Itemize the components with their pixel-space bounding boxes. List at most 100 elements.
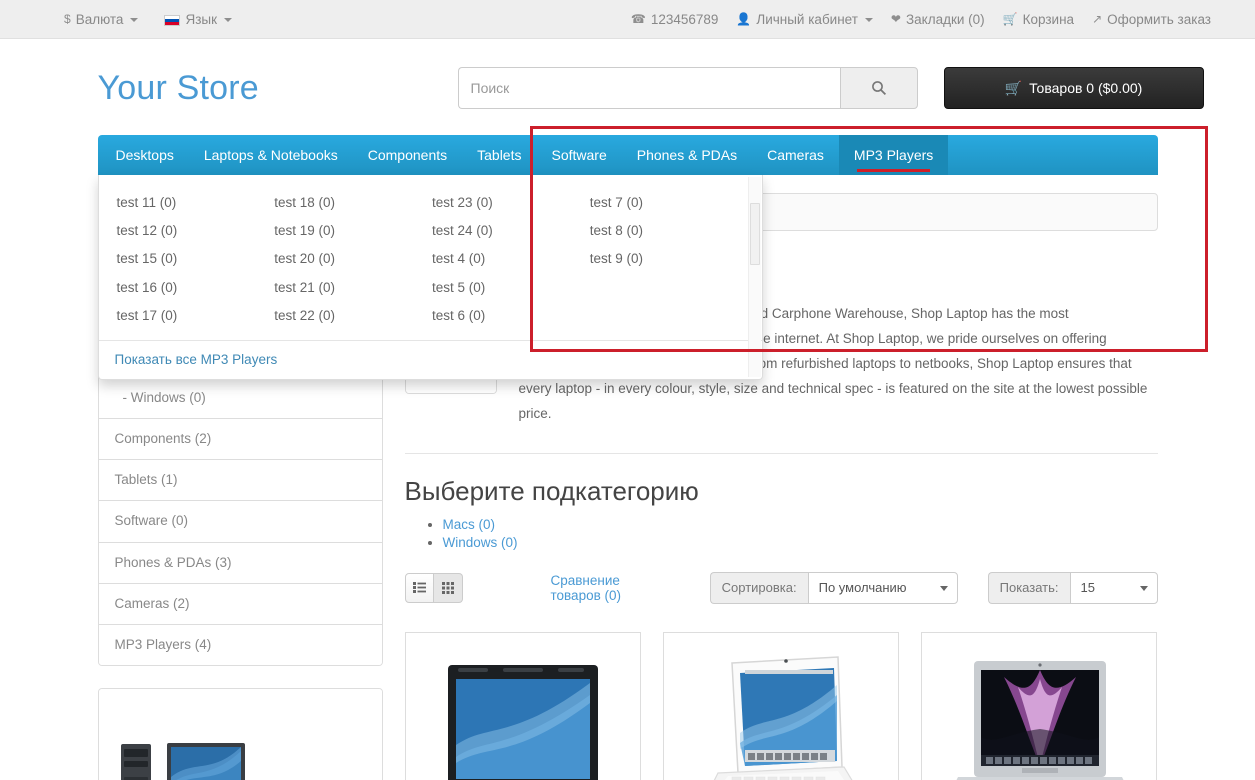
phone-label: 123456789: [650, 11, 719, 27]
account-menu[interactable]: 👤 Личный кабинет: [736, 12, 873, 27]
view-mode-group: [404, 572, 463, 603]
subcategory-list: Macs (0) Windows (0): [405, 517, 1158, 550]
subcategory-link-windows[interactable]: Windows (0): [443, 535, 518, 550]
nav-item-software[interactable]: Software: [536, 135, 621, 175]
sort-value: По умолчанию: [818, 580, 907, 596]
dropdown-item[interactable]: test 18 (0): [272, 189, 430, 217]
language-label: Язык: [185, 11, 218, 27]
sidebar-item-components[interactable]: Components (2): [98, 418, 382, 461]
sidebar-item-mp3-players[interactable]: MP3 Players (4): [98, 624, 382, 666]
limit-select[interactable]: 15: [1069, 571, 1158, 604]
dropdown-item[interactable]: test 7 (0): [588, 189, 746, 217]
dropdown-item[interactable]: test 23 (0): [430, 189, 588, 217]
dropdown-item[interactable]: test 8 (0): [588, 217, 746, 245]
dropdown-column-3: test 23 (0) test 24 (0) test 4 (0) test …: [430, 189, 588, 330]
product-card[interactable]: [921, 631, 1158, 780]
language-selector[interactable]: Язык: [164, 11, 233, 27]
nav-label: MP3 Players: [853, 147, 934, 163]
main-navigation: Desktops Laptops & Notebooks Components …: [97, 135, 1158, 380]
wishlist-label: Закладки (0): [905, 11, 985, 27]
dropdown-item[interactable]: test 17 (0): [115, 302, 273, 330]
sidebar-item-tablets[interactable]: Tablets (1): [98, 460, 382, 502]
sidebar-item-phones-pdas[interactable]: Phones & PDAs (3): [98, 542, 382, 584]
dropdown-item[interactable]: test 12 (0): [115, 217, 273, 245]
search-bar: [457, 67, 918, 109]
chevron-down-icon: [130, 18, 139, 22]
nav-item-mp3-players[interactable]: MP3 Players: [838, 135, 949, 175]
page-root: $ Валюта Язык ☎ 123456789 👤 Личный кабин…: [0, 0, 1255, 780]
nav-item-desktops[interactable]: Desktops: [98, 135, 189, 175]
nav-item-components[interactable]: Components: [353, 135, 462, 175]
dropdown-item[interactable]: test 19 (0): [272, 217, 430, 245]
list-item: Windows (0): [443, 535, 1158, 550]
page-container: Your Store 🛒 Товаров 0 ($0.00) Desktop: [44, 39, 1212, 780]
currency-label: Валюта: [75, 11, 124, 27]
account-label: Личный кабинет: [756, 11, 858, 27]
nav-item-tablets[interactable]: Tablets: [462, 135, 536, 175]
dropdown-item[interactable]: test 5 (0): [430, 274, 588, 302]
dropdown-scrollbar[interactable]: [747, 177, 761, 377]
dropdown-item[interactable]: test 22 (0): [272, 302, 430, 330]
nav-item-phones-pdas[interactable]: Phones & PDAs: [622, 135, 752, 175]
chevron-down-icon: [864, 18, 873, 22]
dropdown-scrollbar-thumb[interactable]: [749, 203, 760, 265]
chevron-down-icon: [939, 585, 948, 591]
subcategory-link-macs[interactable]: Macs (0): [443, 517, 496, 532]
search-input[interactable]: [457, 67, 840, 109]
cart-link[interactable]: 🛒 Корзина: [1003, 12, 1074, 27]
sort-label: Сортировка:: [709, 571, 808, 604]
nav-label: Components: [367, 147, 448, 163]
dropdown-columns: test 11 (0) test 12 (0) test 15 (0) test…: [99, 185, 762, 340]
dropdown-item[interactable]: test 9 (0): [588, 245, 746, 273]
list-view-icon: [412, 582, 426, 594]
sidebar-item-software[interactable]: Software (0): [98, 501, 382, 543]
user-icon: 👤: [736, 12, 752, 26]
dropdown-item[interactable]: test 24 (0): [430, 217, 588, 245]
checkout-label: Оформить заказ: [1107, 11, 1211, 27]
site-header: Your Store 🛒 Товаров 0 ($0.00): [52, 39, 1204, 123]
nav-label: Software: [551, 147, 607, 163]
chevron-down-icon: [224, 18, 233, 22]
site-logo[interactable]: Your Store: [98, 69, 259, 108]
product-compare-link[interactable]: Сравнение товаров (0): [551, 573, 644, 603]
mp3-players-dropdown: test 11 (0) test 12 (0) test 15 (0) test…: [97, 175, 763, 380]
dollar-icon: $: [64, 12, 71, 26]
sidebar-item-cameras[interactable]: Cameras (2): [98, 583, 382, 625]
list-view-button[interactable]: [404, 572, 434, 603]
checkout-link[interactable]: ↗ Оформить заказ: [1092, 12, 1211, 27]
limit-control: Показать: 15: [987, 571, 1158, 604]
cart-icon: 🛒: [1004, 79, 1023, 96]
dropdown-item[interactable]: test 6 (0): [430, 302, 588, 330]
sort-select[interactable]: По умолчанию: [807, 571, 958, 604]
dropdown-item[interactable]: test 15 (0): [115, 245, 273, 273]
cart-label: Корзина: [1022, 11, 1075, 27]
dropdown-item[interactable]: test 20 (0): [272, 245, 430, 273]
nav-item-cameras[interactable]: Cameras: [752, 135, 839, 175]
sidebar-item-windows[interactable]: - Windows (0): [98, 377, 382, 419]
nav-label: Phones & PDAs: [636, 147, 738, 163]
sort-control: Сортировка: По умолчанию: [709, 571, 958, 604]
heart-icon: ❤: [890, 12, 901, 26]
product-card[interactable]: [662, 631, 900, 780]
cart-icon: 🛒: [1002, 12, 1018, 26]
nav-label: Cameras: [767, 147, 824, 163]
nav-item-laptops-notebooks[interactable]: Laptops & Notebooks: [189, 135, 353, 175]
currency-selector[interactable]: $ Валюта: [64, 11, 139, 27]
product-card[interactable]: [404, 631, 641, 780]
dropdown-item[interactable]: test 16 (0): [115, 274, 273, 302]
top-bar-right: ☎ 123456789 👤 Личный кабинет ❤ Закладки …: [631, 12, 1211, 27]
flag-ru-icon: [164, 14, 181, 26]
search-button[interactable]: [839, 67, 918, 109]
show-all-link[interactable]: Показать все MP3 Players: [115, 352, 278, 367]
phone-icon: ☎: [630, 12, 646, 26]
grid-view-button[interactable]: [433, 572, 463, 603]
wishlist-link[interactable]: ❤ Закладки (0): [891, 12, 985, 27]
cart-total-button[interactable]: 🛒 Товаров 0 ($0.00): [943, 67, 1204, 109]
dropdown-footer: Показать все MP3 Players: [98, 339, 762, 379]
dropdown-item[interactable]: test 21 (0): [272, 274, 430, 302]
phone-link[interactable]: ☎ 123456789: [631, 12, 719, 27]
sidebar-banner[interactable]: [97, 688, 383, 780]
dropdown-item[interactable]: test 4 (0): [430, 245, 588, 273]
dropdown-item[interactable]: test 11 (0): [115, 189, 273, 217]
chevron-down-icon: [1139, 585, 1148, 591]
